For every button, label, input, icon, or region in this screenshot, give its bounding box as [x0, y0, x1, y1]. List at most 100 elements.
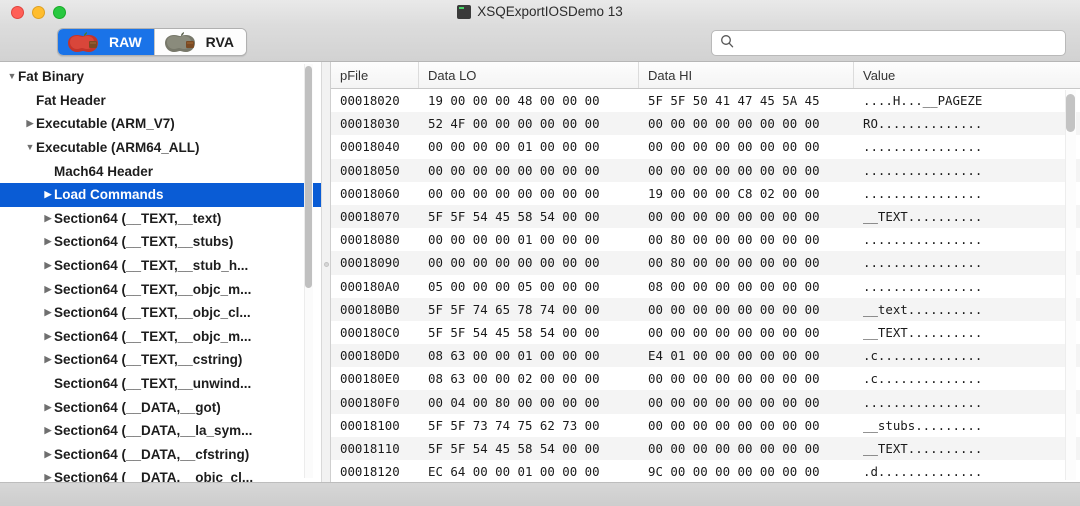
table-row[interactable]: 00018100 5F 5F 73 74 75 62 73 00 00 00 00 … — [331, 414, 1080, 437]
sidebar-item[interactable]: ▶ Executable (ARM_V7) — [0, 112, 321, 136]
chevron-right-icon[interactable]: ▶ — [42, 426, 54, 435]
hex-cell-pfile: 000180B0 — [340, 301, 400, 317]
chevron-right-icon[interactable]: ▶ — [24, 119, 36, 128]
hex-cell-pfile: 00018100 — [340, 417, 400, 433]
chevron-right-icon[interactable]: ▶ — [42, 308, 54, 317]
table-row[interactable]: 000180A0 05 00 00 00 05 00 00 00 08 00 00 … — [331, 275, 1080, 298]
search-input[interactable] — [740, 35, 1057, 51]
hex-cell-data-lo: 00 00 00 00 00 00 00 00 — [428, 185, 600, 201]
hex-cell-value: __text.......... — [863, 301, 983, 317]
hex-cell-value: __stubs......... — [863, 417, 983, 433]
chevron-right-icon[interactable]: ▶ — [42, 355, 54, 364]
sidebar-item-label: Section64 (__TEXT,__objc_m... — [54, 328, 252, 344]
table-row[interactable]: 000180F0 00 04 00 80 00 00 00 00 00 00 00 … — [331, 390, 1080, 414]
hex-viewer-pane[interactable]: pFile Data LO Data HI Value 00018020 19 0… — [331, 62, 1080, 482]
sidebar-item[interactable]: ▶Section64 (__TEXT,__unwind... — [0, 372, 321, 396]
sidebar-item[interactable]: ▶Mach64 Header — [0, 159, 321, 183]
table-row[interactable]: 00018090 00 00 00 00 00 00 00 00 00 80 00 … — [331, 251, 1080, 275]
table-row[interactable]: 00018040 00 00 00 00 01 00 00 00 00 00 00 … — [331, 135, 1080, 158]
sidebar-item-label: Section64 (__DATA,__cfstring) — [54, 446, 250, 462]
chevron-down-icon[interactable]: ▼ — [6, 72, 18, 81]
sidebar-item-label: Section64 (__TEXT,__stub_h... — [54, 258, 249, 274]
sidebar-item[interactable]: ▶ Section64 (__TEXT,__objc_cl... — [0, 301, 321, 325]
chevron-right-icon[interactable]: ▶ — [42, 331, 54, 341]
search-field[interactable] — [711, 30, 1066, 56]
hex-cell-data-hi: 00 80 00 00 00 00 00 00 — [648, 255, 820, 271]
chevron-down-icon[interactable]: ▼ — [24, 143, 36, 152]
structure-tree-sidebar[interactable]: ▼Fat Binary▶Fat Header▶Executable (ARM_V… — [0, 62, 322, 482]
column-header-data-lo[interactable]: Data LO — [419, 62, 639, 88]
sidebar-item[interactable]: ▼ Executable (ARM64_ALL) — [0, 136, 321, 160]
hex-cell-value: .c.............. — [863, 348, 983, 364]
table-row[interactable]: 00018110 5F 5F 54 45 58 54 00 00 00 00 00 … — [331, 436, 1080, 460]
chevron-right-icon[interactable]: ▶ — [42, 213, 54, 223]
table-row[interactable]: 000180B0 5F 5F 74 65 78 74 00 00 00 00 00 … — [331, 297, 1080, 321]
app-window: XSQExportIOSDemo 13 RAW RVA ▼ Fat Binary… — [0, 0, 1080, 506]
sidebar-item-label: Section64 (__DATA,__got) — [54, 399, 221, 415]
sidebar-item[interactable]: ▶ Load Commands — [0, 182, 321, 207]
view-mode-segmented-control[interactable]: RAW RVA — [57, 28, 247, 56]
hex-cell-data-hi: 00 00 00 00 00 00 00 00 — [648, 440, 820, 456]
chevron-right-icon[interactable]: ▶ — [42, 402, 54, 412]
sidebar-item[interactable]: ▶ Section64 (__DATA,__got) — [0, 395, 321, 419]
hex-scrollbar-thumb[interactable] — [1066, 94, 1075, 132]
table-row[interactable]: 00018080 00 00 00 00 01 00 00 00 00 80 00 … — [331, 228, 1080, 251]
hex-cell-value: .d.............. — [863, 464, 983, 480]
sidebar-item-label: Fat Header — [36, 92, 106, 108]
close-button[interactable] — [11, 6, 24, 19]
sidebar-item[interactable]: ▶ Section64 (__DATA,__la_sym... — [0, 419, 321, 443]
column-header-pfile[interactable]: pFile — [331, 62, 419, 88]
table-row[interactable]: 00018050 00 00 00 00 00 00 00 00 00 00 00 … — [331, 158, 1080, 182]
tree-list[interactable]: ▼Fat Binary▶Fat Header▶Executable (ARM_V… — [0, 62, 321, 482]
sidebar-item[interactable]: ▶ Section64 (__TEXT,__stubs) — [0, 230, 321, 254]
table-row[interactable]: 00018070 5F 5F 54 45 58 54 00 00 00 00 00 … — [331, 204, 1080, 229]
hex-cell-data-lo: 00 00 00 00 00 00 00 00 — [428, 255, 600, 271]
sidebar-item-label: Executable (ARM64_ALL) — [36, 140, 200, 156]
sidebar-item[interactable]: ▶Fat Header — [0, 89, 321, 113]
table-row[interactable]: 00018030 52 4F 00 00 00 00 00 00 00 00 00 … — [331, 112, 1080, 136]
hex-cell-data-lo: 5F 5F 73 74 75 62 73 00 — [428, 417, 600, 433]
chevron-right-icon[interactable]: ▶ — [42, 449, 54, 459]
hex-table-body[interactable]: 00018020 19 00 00 00 48 00 00 00 5F 5F 50 … — [331, 89, 1080, 482]
chevron-right-icon[interactable]: ▶ — [42, 237, 54, 246]
hex-cell-pfile: 00018090 — [340, 255, 400, 271]
table-row[interactable]: 00018060 00 00 00 00 00 00 00 00 19 00 00 … — [331, 182, 1080, 205]
sidebar-item[interactable]: ▶ Section64 (__TEXT,__objc_m... — [0, 325, 321, 349]
chevron-right-icon[interactable]: ▶ — [42, 284, 54, 294]
hex-cell-data-hi: 00 00 00 00 00 00 00 00 — [648, 209, 820, 225]
splitter-grip[interactable] — [324, 262, 329, 267]
sidebar-item[interactable]: ▶ Section64 (__TEXT,__objc_m... — [0, 277, 321, 301]
table-row[interactable]: 000180E0 08 63 00 00 02 00 00 00 00 00 00 … — [331, 367, 1080, 390]
column-header-data-hi[interactable]: Data HI — [639, 62, 854, 88]
hex-cell-pfile: 00018060 — [340, 185, 400, 201]
hex-cell-pfile: 00018110 — [340, 440, 400, 456]
sidebar-item[interactable]: ▼ Fat Binary — [0, 65, 321, 89]
tab-raw[interactable]: RAW — [58, 29, 154, 55]
table-row[interactable]: 000180C0 5F 5F 54 45 58 54 00 00 00 00 00 … — [331, 321, 1080, 344]
sidebar-item[interactable]: ▶ Section64 (__TEXT,__cstring) — [0, 348, 321, 372]
minimize-button[interactable] — [32, 6, 45, 19]
sidebar-item[interactable]: ▶ Section64 (__DATA,__cfstring) — [0, 443, 321, 467]
hex-cell-value: RO.............. — [863, 116, 983, 132]
table-row[interactable]: 00018020 19 00 00 00 48 00 00 00 5F 5F 50 … — [331, 89, 1080, 112]
chevron-right-icon[interactable]: ▶ — [42, 261, 54, 270]
tab-rva[interactable]: RVA — [154, 29, 246, 55]
chevron-right-icon[interactable]: ▶ — [42, 190, 54, 199]
pane-splitter[interactable] — [322, 62, 331, 482]
sidebar-item-label: Section64 (__DATA,__la_sym... — [54, 423, 253, 439]
sidebar-scrollbar-thumb[interactable] — [305, 66, 312, 288]
maximize-button[interactable] — [53, 6, 66, 19]
hex-scrollbar-track[interactable] — [1065, 90, 1076, 480]
hex-cell-pfile: 000180F0 — [340, 394, 400, 410]
sidebar-item[interactable]: ▶ Section64 (__TEXT,__text) — [0, 207, 321, 231]
hex-cell-pfile: 00018080 — [340, 232, 400, 248]
column-header-value[interactable]: Value — [854, 62, 1056, 88]
table-row[interactable]: 000180D0 08 63 00 00 01 00 00 00 E4 01 00 … — [331, 344, 1080, 368]
hex-cell-data-lo: 5F 5F 74 65 78 74 00 00 — [428, 301, 600, 317]
title-bar: XSQExportIOSDemo 13 — [0, 0, 1080, 26]
table-row[interactable]: 00018120 EC 64 00 00 01 00 00 00 9C 00 00 … — [331, 460, 1080, 482]
sidebar-item[interactable]: ▶ Section64 (__TEXT,__stub_h... — [0, 254, 321, 278]
hex-cell-data-lo: 00 00 00 00 01 00 00 00 — [428, 232, 600, 248]
chevron-right-icon[interactable]: ▶ — [42, 473, 54, 482]
sidebar-item[interactable]: ▶ Section64 (__DATA,__objc_cl... — [0, 466, 321, 482]
